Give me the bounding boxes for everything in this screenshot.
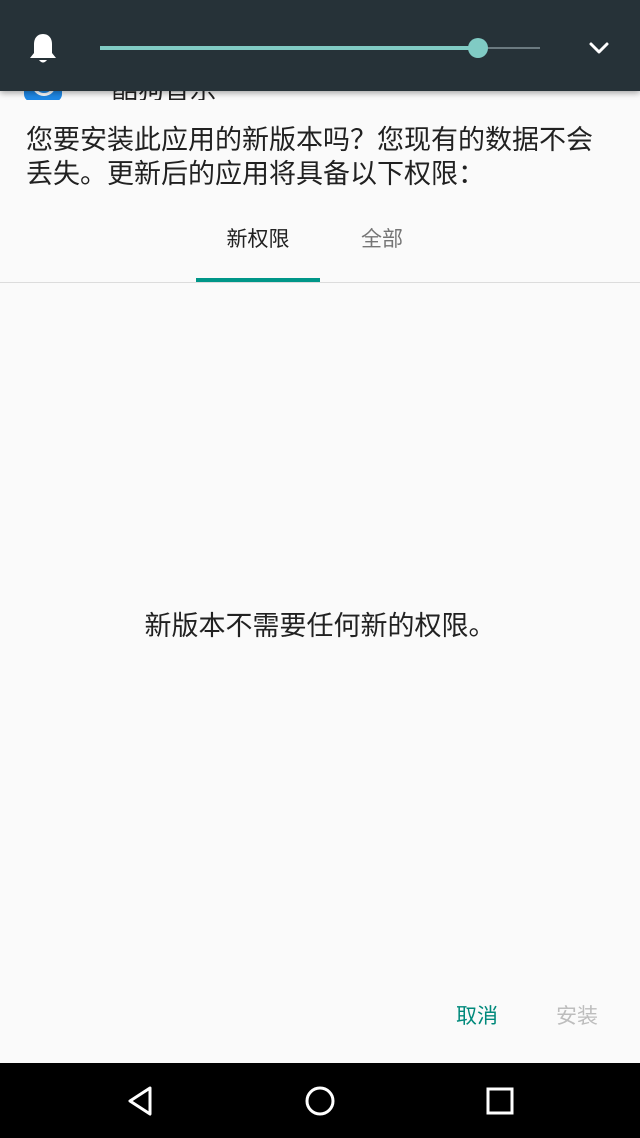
volume-slider-thumb[interactable] [468,38,489,58]
tab-new-permissions[interactable]: 新权限 [196,200,320,280]
install-prompt: 您要安装此应用的新版本吗？您现有的数据不会丢失。更新后的应用将具备以下权限： [26,125,593,190]
install-button[interactable]: 安装 [556,996,598,1036]
volume-panel [0,0,640,91]
tab-indicator [196,278,320,282]
home-icon[interactable] [302,1083,338,1119]
install-update-screen: 酷狗音乐 您要安装此应用的新版本吗？您现有的数据不会丢失。更新后的应用将具备以下… [0,0,640,1138]
navigation-bar [0,1063,640,1138]
chevron-down-icon[interactable] [586,38,612,58]
permission-tabs: 新权限 全部 [0,200,640,283]
volume-slider-fill [100,46,479,50]
cancel-button[interactable]: 取消 [456,996,498,1036]
no-new-permissions-message: 新版本不需要任何新的权限。 [144,611,496,642]
volume-slider[interactable] [100,38,540,58]
back-icon[interactable] [122,1083,158,1119]
bell-icon[interactable] [28,32,58,66]
tab-all-permissions[interactable]: 全部 [320,200,444,280]
recents-icon[interactable] [482,1083,518,1119]
